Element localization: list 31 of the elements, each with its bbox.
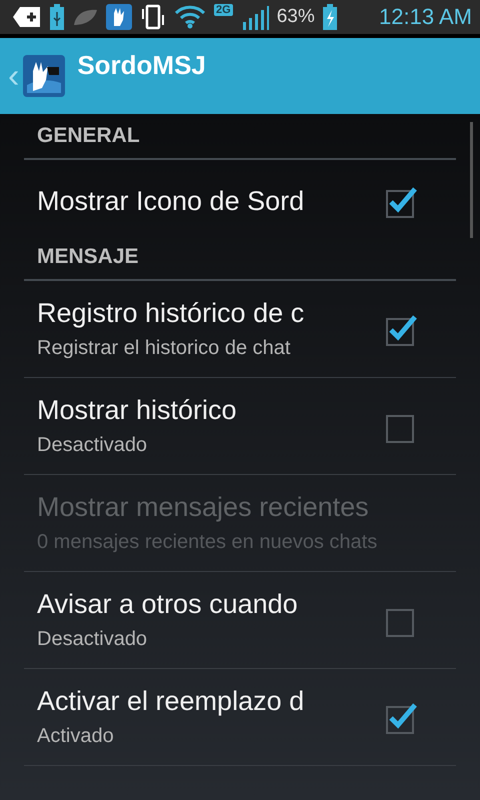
preference-summary: Registrar el historico de chat bbox=[37, 336, 292, 360]
battery-charging-icon bbox=[322, 4, 337, 30]
wifi-icon bbox=[174, 5, 206, 29]
preference-row[interactable]: Mostrar histórico Desactivado bbox=[24, 378, 456, 475]
preference-row[interactable]: Activar el reemplazo d Activado bbox=[24, 669, 456, 766]
preference-title: Mostrar mensajes recientes bbox=[37, 492, 370, 522]
battery-percent: 63% bbox=[276, 6, 315, 28]
preference-title: Mostrar histórico bbox=[37, 394, 238, 426]
clock: 12:13 AM bbox=[379, 4, 472, 30]
app-icon bbox=[106, 4, 132, 30]
add-tag-icon bbox=[12, 6, 42, 28]
preference-title: Mostrar Icono de Sord bbox=[37, 186, 306, 216]
preference-summary: Desactivado bbox=[37, 432, 148, 458]
preference-summary: Activado bbox=[37, 724, 115, 748]
preference-title: Registro histórico de c bbox=[37, 298, 306, 328]
network-type-badge: 2G bbox=[214, 4, 233, 16]
preference-summary: 0 mensajes recientes en nuevos chats bbox=[37, 530, 378, 554]
app-logo-icon[interactable] bbox=[23, 55, 66, 97]
preference-title: Avisar a otros cuando bbox=[37, 588, 299, 620]
preference-title: Activar el reemplazo d bbox=[37, 686, 306, 716]
signal-icon bbox=[240, 4, 269, 30]
section-header: GENERAL bbox=[24, 122, 456, 160]
preference-row[interactable]: Avisar a otros cuando Desactivado bbox=[24, 572, 456, 669]
preference-row[interactable]: Mostrar Icono de Sord bbox=[24, 160, 456, 243]
preference-row[interactable]: Registro histórico de c Registrar el historico de chat bbox=[24, 281, 456, 378]
usb-battery-icon bbox=[50, 4, 64, 30]
preference-summary: Desactivado bbox=[37, 626, 148, 652]
leaf-icon bbox=[72, 7, 98, 27]
section-header: MENSAJE bbox=[24, 243, 456, 281]
vibrate-icon bbox=[140, 4, 166, 30]
app-title: SordoMSJ bbox=[77, 50, 206, 81]
